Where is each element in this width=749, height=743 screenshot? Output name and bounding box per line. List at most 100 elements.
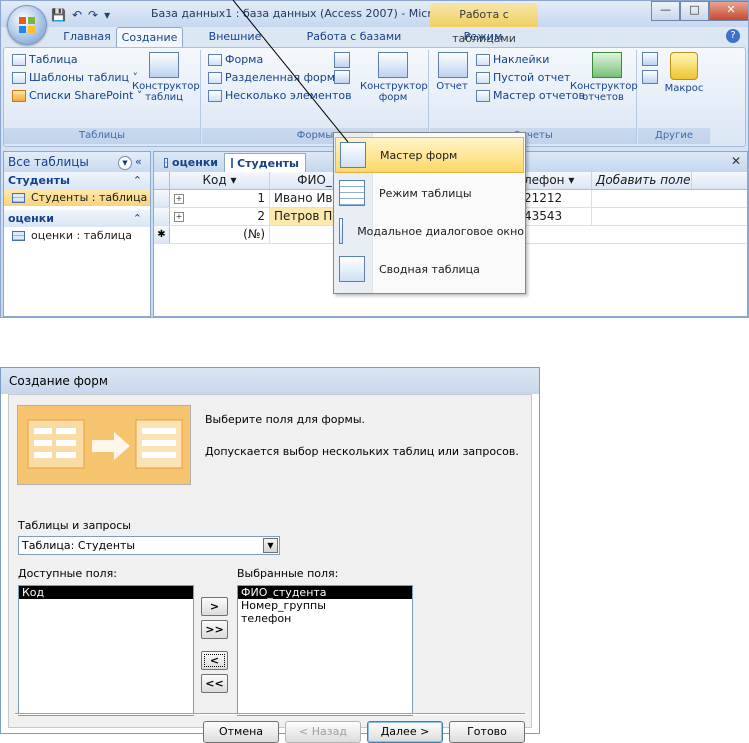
move-all-left-button[interactable]: <<	[201, 674, 228, 693]
save-icon[interactable]: 💾	[51, 8, 66, 22]
help-icon[interactable]: ?	[726, 29, 740, 43]
pivot-table-icon	[339, 256, 365, 282]
cell-code[interactable]: 2	[170, 208, 270, 225]
tab-database-tools[interactable]: Работа с базами данных	[286, 27, 422, 63]
redo-icon[interactable]: ↷	[88, 8, 98, 22]
back-button[interactable]: < Назад	[285, 721, 361, 743]
chevron-up-icon: ⌃	[132, 174, 142, 187]
qat-customize-icon[interactable]: ▾	[104, 8, 110, 22]
available-fields-list[interactable]: Код	[18, 585, 194, 716]
nav-collapse-icon[interactable]: «	[135, 152, 142, 172]
wizard-illustration-icon	[18, 406, 190, 484]
table-design-icon	[149, 52, 179, 78]
datasheet-icon	[339, 180, 365, 206]
table-templates-icon	[12, 71, 26, 84]
cell-fio[interactable]: Петров Пет	[270, 208, 342, 225]
nav-item-students-table[interactable]: Студенты : таблица	[4, 189, 150, 206]
form-design-button[interactable]: Конструктор форм	[360, 81, 428, 103]
menu-item-form-wizard[interactable]: Мастер форм	[335, 137, 524, 173]
move-all-right-button[interactable]: >>	[201, 620, 228, 639]
list-item[interactable]: телефон	[238, 612, 412, 625]
macro-button[interactable]: Макрос	[662, 83, 706, 94]
minimize-button[interactable]: —	[651, 1, 680, 21]
menu-item-modal-dialog[interactable]: Модальное диалоговое окно	[335, 213, 524, 249]
wizard-hint: Допускается выбор нескольких таблиц или …	[205, 445, 519, 458]
blank-report-icon	[476, 71, 490, 84]
row-selector[interactable]	[154, 208, 170, 225]
cancel-button[interactable]: Отмена	[203, 721, 279, 743]
undo-icon[interactable]: ↶	[72, 8, 82, 22]
table-design-button[interactable]: Конструктор таблиц	[132, 81, 200, 103]
new-row-selector[interactable]: ✱	[154, 226, 170, 243]
close-icon[interactable]: ✕	[731, 154, 741, 168]
nav-header[interactable]: Все таблицы ▼ «	[4, 152, 150, 172]
close-button[interactable]: ✕	[709, 1, 748, 21]
cell-code[interactable]: 1	[170, 190, 270, 207]
nav-item-grades-table[interactable]: оценки : таблица	[4, 227, 150, 244]
blank-form-icon[interactable]	[334, 70, 350, 84]
nav-group-students[interactable]: Студенты ⌃	[4, 172, 150, 189]
query-wizard-icon[interactable]	[642, 52, 658, 66]
more-forms-menu: Мастер форм Режим таблицы Модальное диал…	[333, 132, 526, 294]
chevron-down-icon[interactable]: ▼	[263, 538, 278, 553]
table-icon	[164, 157, 169, 168]
group-tables: Таблица Шаблоны таблиц ˅ Списки SharePoi…	[4, 50, 201, 144]
selected-fields-list[interactable]: ФИО_студента Номер_группы телефон	[237, 585, 413, 716]
maximize-button[interactable]: □	[680, 1, 709, 21]
cell-phone[interactable]: 21212	[520, 190, 592, 207]
cell-code-new[interactable]: (№)	[170, 226, 270, 243]
tab-datasheet[interactable]: Режим таблицы	[441, 27, 525, 63]
column-header-add-field[interactable]: Добавить поле	[592, 172, 692, 189]
macro-icon	[670, 52, 698, 80]
nav-menu-icon[interactable]: ▼	[118, 156, 132, 170]
move-one-right-button[interactable]: >	[201, 597, 228, 616]
form-button[interactable]: Форма	[208, 53, 263, 66]
navigation-pane: Все таблицы ▼ « Студенты ⌃ Студенты : таб…	[3, 151, 151, 317]
cell-phone[interactable]: 43543	[520, 208, 592, 225]
menu-item-datasheet[interactable]: Режим таблицы	[335, 175, 524, 211]
cell-fio[interactable]: Ивано Ива	[270, 190, 342, 207]
nav-group-grades[interactable]: оценки ⌃	[4, 210, 150, 227]
column-header-phone[interactable]: лефон ▾	[520, 172, 592, 189]
sharepoint-lists-button[interactable]: Списки SharePoint ˅	[12, 89, 142, 102]
tab-home[interactable]: Главная	[59, 27, 115, 47]
row-selector[interactable]	[154, 190, 170, 207]
pivot-chart-icon[interactable]	[334, 52, 350, 68]
form-wizard-dialog: Создание форм Выберите поля для формы. Д…	[0, 367, 540, 743]
move-one-left-button[interactable]: <	[201, 651, 228, 670]
labels-button[interactable]: Наклейки	[476, 53, 549, 66]
tab-create[interactable]: Создание	[116, 27, 183, 48]
report-wizard-button[interactable]: Мастер отчетов	[476, 89, 585, 102]
table-button[interactable]: Таблица	[12, 53, 78, 66]
doc-tab-grades[interactable]: оценки	[158, 153, 224, 172]
finish-button[interactable]: Готово	[449, 721, 525, 743]
split-form-button[interactable]: Разделенная форма	[208, 71, 342, 84]
office-logo-icon	[19, 17, 35, 33]
report-button[interactable]: Отчет	[432, 81, 472, 92]
select-all-corner[interactable]	[154, 172, 170, 189]
doc-tab-students[interactable]: Студенты	[224, 153, 306, 172]
group-label-other: Другие	[638, 128, 710, 144]
ribbon-tabs: Главная Создание Внешние данные Работа с…	[1, 27, 748, 63]
report-design-button[interactable]: Конструктор отчетов	[570, 81, 638, 103]
context-tab-title: Работа с таблицами	[430, 3, 538, 45]
multiple-items-button[interactable]: Несколько элементов	[208, 89, 352, 102]
dialog-title: Создание форм	[1, 368, 539, 394]
table-icon	[12, 230, 25, 241]
window-controls: — □ ✕	[651, 1, 748, 21]
blank-report-button[interactable]: Пустой отчет	[476, 71, 570, 84]
tables-queries-select[interactable]: Таблица: Студенты ▼	[18, 536, 280, 555]
list-item[interactable]: ФИО_студента	[238, 586, 412, 599]
menu-item-pivot-table[interactable]: Сводная таблица	[335, 251, 524, 287]
next-button[interactable]: Далее >	[367, 721, 443, 743]
tab-external-data[interactable]: Внешние данные	[189, 27, 281, 63]
table-templates-button[interactable]: Шаблоны таблиц ˅	[12, 71, 138, 84]
list-item[interactable]: Код	[19, 586, 193, 599]
dialog-body: Выберите поля для формы. Допускается выб…	[8, 394, 532, 743]
column-header-code[interactable]: Код ▾	[170, 172, 270, 189]
group-forms: Форма Разделенная форма Несколько элемен…	[202, 50, 429, 144]
query-design-icon[interactable]	[642, 70, 658, 84]
group-label-tables: Таблицы	[4, 128, 200, 144]
office-button[interactable]	[7, 5, 47, 45]
list-item[interactable]: Номер_группы	[238, 599, 412, 612]
